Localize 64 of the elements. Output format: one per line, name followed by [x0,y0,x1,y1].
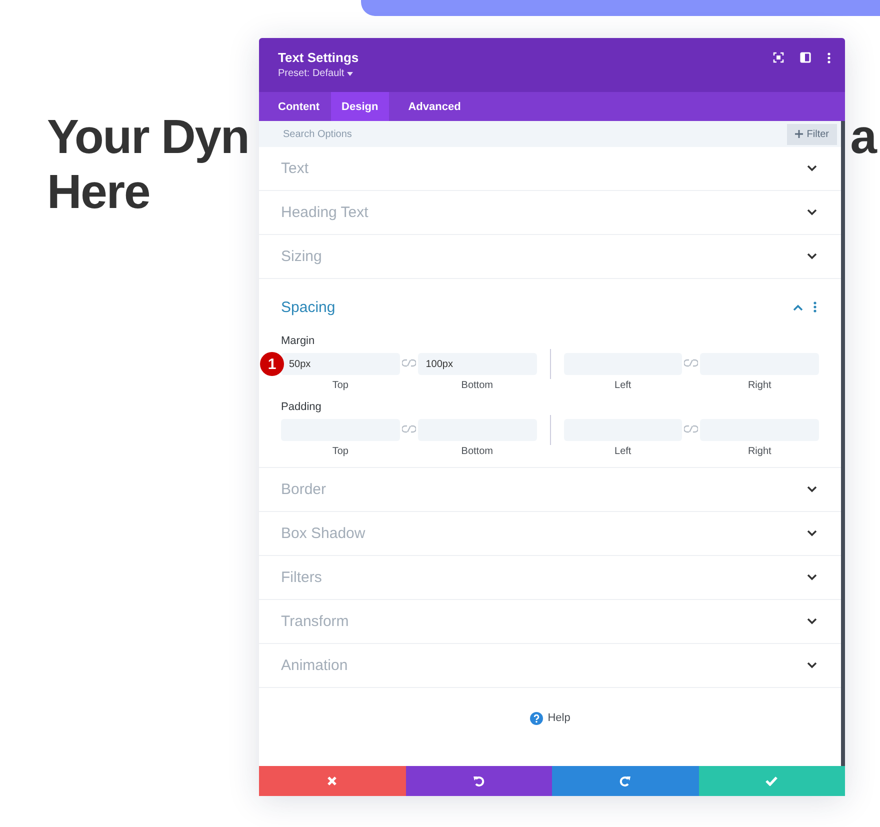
chevron-down-icon[interactable] [807,530,817,537]
chevron-down-icon[interactable] [807,209,817,216]
page-heading: Your Dyn [47,110,249,165]
link-icon[interactable] [402,424,416,434]
help-icon [530,712,543,724]
more-icon[interactable] [813,301,817,313]
plus-icon [794,130,803,138]
caret-icon [347,72,354,76]
preset-dropdown[interactable]: Preset: Default [278,68,359,79]
redo-button[interactable] [552,766,698,796]
check-icon [765,776,778,786]
step-badge: 1 [260,352,284,376]
search-field[interactable]: Search Options [281,128,485,140]
tab[interactable]: Advanced [397,92,472,121]
section-title[interactable]: Animation [281,657,348,674]
tab[interactable]: Design [330,92,390,121]
chevron-up-icon[interactable] [793,304,803,310]
field-label: Padding [281,401,322,413]
undo-button[interactable] [406,766,552,796]
help-link[interactable]: Help [530,710,570,726]
link-icon[interactable] [402,358,416,368]
input-field[interactable] [418,419,536,441]
field-caption: Left [614,380,632,391]
page-heading: Here [47,165,150,220]
page-heading: a [850,110,876,165]
chevron-down-icon[interactable] [807,253,817,260]
chevron-down-icon[interactable] [807,618,817,625]
section-title[interactable]: Spacing [281,298,336,316]
link-icon[interactable] [684,358,698,368]
section-title[interactable]: Transform [281,613,349,630]
section-title[interactable]: Box Shadow [281,525,366,542]
chevron-down-icon[interactable] [807,574,817,581]
section-title[interactable]: Text [281,160,309,177]
filter-button[interactable]: Filter [786,124,837,144]
redo-icon [619,775,632,787]
input-field[interactable]: 100px [418,353,536,375]
link-icon[interactable] [684,424,698,434]
section-title[interactable]: Heading Text [281,204,368,221]
field-caption: Bottom [461,380,493,391]
more-icon[interactable] [827,52,831,64]
section-title[interactable]: Sizing [281,248,322,265]
input-field[interactable]: 50px [281,353,400,375]
section-title[interactable]: Border [281,481,326,498]
undo-icon [472,775,485,787]
chevron-down-icon[interactable] [807,486,817,493]
field-caption: Top [332,446,348,457]
field-caption: Right [748,380,772,391]
sidebar-layout-icon[interactable] [800,52,811,63]
field-caption: Left [614,446,632,457]
field-caption: Top [332,380,348,391]
input-field[interactable] [564,353,682,375]
chevron-down-icon[interactable] [807,165,817,172]
input-field[interactable] [564,419,682,441]
chevron-down-icon[interactable] [807,662,817,669]
field-caption: Bottom [461,446,493,457]
cancel-button[interactable] [259,766,406,796]
save-button[interactable] [698,766,845,796]
tab[interactable]: Content [267,92,331,121]
field-caption: Right [748,446,772,457]
modal-title: Text Settings [278,50,359,65]
close-icon [327,776,338,786]
fullscreen-icon[interactable] [773,52,784,63]
section-title[interactable]: Filters [281,569,322,586]
field-label: Margin [281,335,316,347]
